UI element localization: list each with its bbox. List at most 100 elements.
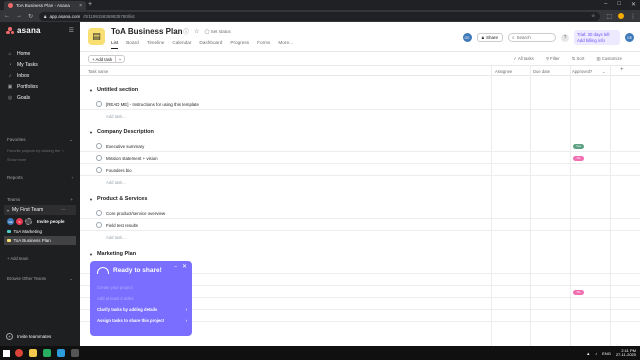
filter-button[interactable]: ⚲ Filter (546, 56, 560, 62)
maximize-window-button[interactable]: □ (617, 1, 621, 8)
show-more-link[interactable]: Show more (7, 158, 26, 162)
task-checkbox[interactable] (96, 210, 102, 216)
new-tab-button[interactable]: + (88, 1, 92, 9)
minimize-popup-button[interactable]: – (174, 264, 177, 270)
tab-forms[interactable]: Forms (257, 40, 270, 49)
collapse-sidebar-icon[interactable]: ☰ (69, 27, 74, 34)
section-product-services[interactable]: ▼ Product & Services (89, 196, 147, 202)
close-popup-button[interactable]: ✕ (182, 263, 187, 270)
file-explorer-taskbar-icon[interactable] (26, 346, 40, 360)
browse-other-teams[interactable]: Browse Other Teams ⌄ (7, 276, 73, 281)
sidebar-item-home[interactable]: ⌂ Home (4, 48, 76, 59)
profile-avatar[interactable] (618, 13, 624, 19)
add-task-link[interactable]: Add task... (106, 180, 126, 185)
network-icon[interactable]: ▲ (586, 351, 590, 356)
checklist-step-create-project[interactable]: Create your project (97, 285, 187, 290)
set-status-button[interactable]: ◯ Set status (204, 29, 230, 35)
star-icon[interactable]: ☆ (194, 28, 199, 35)
close-window-button[interactable]: ✕ (631, 1, 636, 8)
trial-badge[interactable]: Trial: 30 days left Add billing info (574, 30, 620, 45)
table-row[interactable]: Executive summary Yes (80, 141, 640, 152)
task-name[interactable]: Core product/service overview (106, 211, 165, 216)
asana-logo[interactable]: asana (6, 26, 41, 35)
forward-arrow-icon[interactable]: → (16, 13, 22, 19)
browser-menu-icon[interactable]: ⋮ (630, 13, 636, 20)
reload-icon[interactable]: ↻ (28, 13, 33, 20)
task-checkbox[interactable] (96, 167, 102, 173)
column-task-name[interactable]: Task name (88, 69, 108, 74)
sidebar-project-toa-marketing[interactable]: ToA Marketing (4, 227, 76, 236)
checklist-step-add-tasks[interactable]: Add at least 3 tasks (97, 296, 187, 301)
chevron-down-icon[interactable]: ⌄ (173, 28, 178, 35)
browser-tab[interactable]: ToA Business Plan - Asana × (4, 1, 86, 10)
approved-no-badge[interactable]: No (573, 155, 584, 161)
minimize-window-button[interactable]: – (604, 1, 607, 8)
avatar-placeholder[interactable] (25, 218, 32, 225)
more-options-icon[interactable]: ⋯ (61, 207, 76, 213)
task-checkbox[interactable] (96, 143, 102, 149)
all-tasks-filter[interactable]: ✓ All tasks (513, 56, 534, 62)
invite-people-link[interactable]: Invite people (37, 219, 65, 224)
back-arrow-icon[interactable]: ← (4, 13, 10, 19)
chrome-taskbar-icon[interactable] (12, 346, 26, 360)
tab-board[interactable]: Board (126, 40, 139, 49)
page-title[interactable]: ToA Business Plan (111, 27, 183, 36)
search-input[interactable]: ⌕ Search (508, 33, 556, 42)
section-untitled[interactable]: ▼ Untitled section (89, 87, 138, 93)
project-member-avatar[interactable]: GE (462, 33, 472, 42)
team-my-first-team[interactable]: ▾ My First Team ⋯ (4, 205, 76, 215)
extension-icon[interactable]: ⬚ (606, 13, 612, 20)
table-row[interactable]: Founders bio (80, 165, 640, 176)
section-company-description[interactable]: ▼ Company Description (89, 129, 154, 135)
task-name[interactable]: Executive summary (106, 144, 144, 149)
chevron-down-icon[interactable]: ⌄ (602, 69, 606, 74)
approved-no-badge[interactable]: No (573, 289, 584, 295)
column-assignee[interactable]: Assignee (495, 69, 512, 74)
table-row[interactable]: Field test results (80, 220, 640, 231)
sidebar-item-inbox[interactable]: ♪ Inbox (4, 70, 76, 81)
avatar[interactable]: GE (7, 218, 14, 225)
task-name[interactable]: Founders bio (106, 168, 132, 173)
tab-calendar[interactable]: Calendar (172, 40, 191, 49)
user-avatar[interactable]: GE (625, 33, 634, 42)
section-marketing-plan[interactable]: ▼ Marketing Plan (89, 251, 136, 257)
add-billing-info-link[interactable]: Add billing info (577, 38, 617, 44)
app-taskbar-icon[interactable] (40, 346, 54, 360)
add-task-link[interactable]: Add task... (106, 235, 126, 240)
help-icon[interactable]: ? (561, 33, 569, 42)
volume-icon[interactable]: ♪ (595, 351, 597, 356)
bookmark-star-icon[interactable]: ☆ (591, 13, 595, 19)
windows-start-button[interactable] (0, 346, 12, 360)
task-name[interactable]: Field test results (106, 223, 138, 228)
teams-header[interactable]: Teams + (7, 197, 73, 202)
tab-progress[interactable]: Progress (230, 40, 249, 49)
table-row[interactable]: Mission statement + vision No (80, 153, 640, 164)
task-name[interactable]: [READ ME] - Instructions for using this … (106, 102, 199, 107)
customize-button[interactable]: ▥ Customize (596, 56, 622, 62)
add-task-link[interactable]: Add task... (106, 114, 126, 119)
add-team-link[interactable]: + Add team (7, 256, 28, 261)
tab-more[interactable]: More... (278, 40, 293, 49)
app-taskbar-icon[interactable] (68, 346, 82, 360)
sidebar-project-toa-business-plan[interactable]: ToA Business Plan (4, 236, 76, 245)
tab-dashboard[interactable]: Dashboard (199, 40, 222, 49)
column-due-date[interactable]: Due date (533, 69, 550, 74)
approved-yes-badge[interactable]: Yes (573, 143, 584, 149)
tab-timeline[interactable]: Timeline (147, 40, 165, 49)
checklist-step-clarify-tasks[interactable]: Clarify tasks by adding details › (97, 307, 187, 312)
project-icon[interactable]: ▤ (88, 28, 105, 45)
invite-teammates-button[interactable]: + Invite teammates (6, 333, 51, 340)
column-approved[interactable]: Approved? (572, 69, 592, 74)
favorites-header[interactable]: Favorites ⌄ (7, 137, 73, 143)
task-name[interactable]: Mission statement + vision (106, 156, 158, 161)
tab-close-icon[interactable]: × (79, 3, 82, 9)
language-indicator[interactable]: ENG (602, 351, 611, 356)
task-checkbox[interactable] (96, 222, 102, 228)
info-icon[interactable]: ⓘ (183, 27, 189, 36)
address-bar[interactable]: 🔒︎ app.asana.com/0/1199158369835780/list… (39, 11, 601, 21)
table-row[interactable]: Core product/service overview (80, 208, 640, 219)
clock[interactable]: 2:11 PM 27-11-2020 (616, 348, 636, 358)
tab-list[interactable]: List (111, 40, 119, 49)
table-row[interactable]: [READ ME] - Instructions for using this … (80, 99, 640, 110)
task-checkbox[interactable] (96, 155, 102, 161)
